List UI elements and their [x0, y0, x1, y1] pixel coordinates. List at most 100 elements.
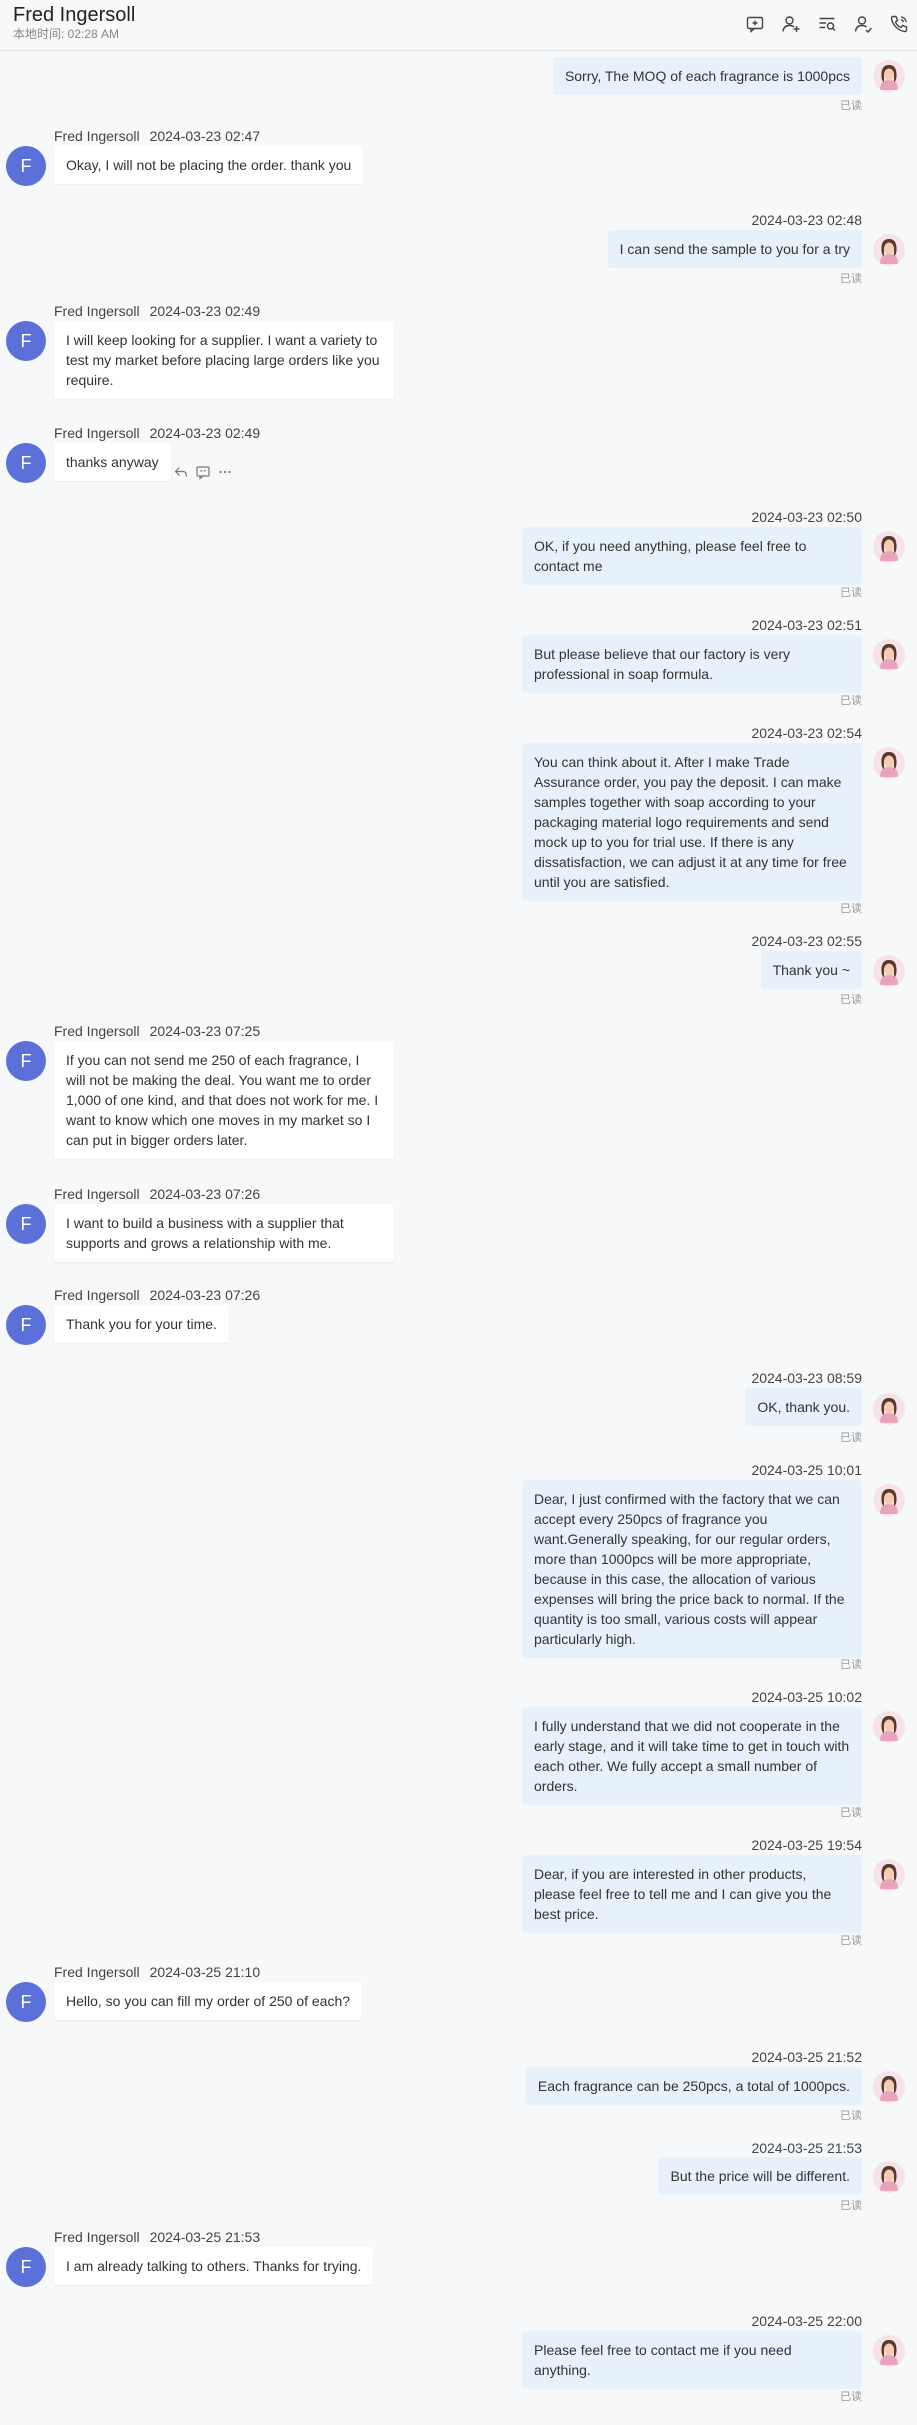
message-time: 2024-03-23 02:55 [751, 933, 862, 949]
my-avatar[interactable] [873, 1711, 905, 1743]
message-actions [173, 464, 233, 480]
message-time: 2024-03-23 07:26 [149, 1186, 261, 1202]
my-avatar[interactable] [873, 234, 905, 266]
my-avatar[interactable] [873, 531, 905, 563]
local-time: 本地时间: 02:28 AM [13, 27, 120, 41]
message-time: 2024-03-23 02:49 [149, 425, 261, 441]
read-receipt: 已读 [840, 2110, 862, 2122]
message-time: 2024-03-25 19:54 [751, 1837, 862, 1853]
read-receipt: 已读 [840, 903, 862, 915]
contact-avatar[interactable]: F [6, 1204, 46, 1244]
message-bubble-incoming[interactable]: I want to build a business with a suppli… [54, 1204, 394, 1262]
my-avatar[interactable] [873, 2071, 905, 2103]
my-avatar[interactable] [873, 1859, 905, 1891]
message-time: 2024-03-23 08:59 [751, 1370, 862, 1386]
message-header: Fred Ingersoll 2024-03-25 21:53 [54, 2228, 260, 2246]
message-bubble-outgoing[interactable]: OK, if you need anything, please feel fr… [522, 527, 862, 585]
my-avatar[interactable] [873, 955, 905, 987]
add-contact-icon[interactable] [781, 14, 801, 34]
contact-avatar[interactable]: F [6, 146, 46, 186]
more-icon[interactable] [217, 464, 233, 480]
message-bubble-incoming[interactable]: I will keep looking for a supplier. I wa… [54, 321, 394, 399]
message-bubble-incoming[interactable]: I am already talking to others. Thanks f… [54, 2247, 374, 2285]
my-avatar[interactable] [873, 639, 905, 671]
message-header: Fred Ingersoll 2024-03-23 02:49 [54, 424, 260, 442]
my-avatar[interactable] [873, 60, 905, 92]
header-toolbar [745, 14, 909, 34]
message-bubble-incoming[interactable]: Thank you for your time. [54, 1305, 229, 1343]
read-receipt: 已读 [840, 1659, 862, 1671]
message-header: Fred Ingersoll 2024-03-25 21:10 [54, 1963, 260, 1981]
message-bubble-incoming[interactable]: If you can not send me 250 of each fragr… [54, 1041, 394, 1159]
message-time: 2024-03-23 02:51 [751, 617, 862, 633]
search-messages-icon[interactable] [817, 14, 837, 34]
message-bubble-outgoing[interactable]: Dear, I just confirmed with the factory … [522, 1480, 862, 1658]
message-bubble-outgoing[interactable]: I fully understand that we did not coope… [522, 1707, 862, 1805]
read-receipt: 已读 [840, 2391, 862, 2403]
contact-avatar[interactable]: F [6, 1305, 46, 1345]
sender-name: Fred Ingersoll [54, 1023, 140, 1039]
contact-avatar[interactable]: F [6, 1982, 46, 2022]
read-receipt: 已读 [840, 994, 862, 1006]
my-avatar[interactable] [873, 747, 905, 779]
contact-avatar[interactable]: F [6, 321, 46, 361]
message-header: Fred Ingersoll 2024-03-23 02:49 [54, 302, 260, 320]
message-time: 2024-03-23 02:54 [751, 725, 862, 741]
read-receipt: 已读 [840, 587, 862, 599]
message-bubble-incoming[interactable]: Hello, so you can fill my order of 250 o… [54, 1982, 363, 2020]
message-bubble-outgoing[interactable]: But please believe that our factory is v… [522, 635, 862, 693]
sender-name: Fred Ingersoll [54, 1964, 140, 1980]
message-time: 2024-03-25 21:52 [751, 2049, 862, 2065]
message-time: 2024-03-23 02:47 [149, 128, 261, 144]
message-bubble-outgoing[interactable]: But the price will be different. [658, 2157, 862, 2195]
message-bubble-outgoing[interactable]: Dear, if you are interested in other pro… [522, 1855, 862, 1933]
my-avatar[interactable] [873, 2335, 905, 2367]
my-avatar[interactable] [873, 1393, 905, 1425]
my-avatar[interactable] [873, 1484, 905, 1516]
message-time: 2024-03-23 07:25 [149, 1023, 261, 1039]
user-profile-icon[interactable] [853, 14, 873, 34]
message-bubble-outgoing[interactable]: Thank you ~ [760, 951, 862, 989]
reply-icon[interactable] [173, 464, 189, 480]
message-header: Fred Ingersoll 2024-03-23 02:47 [54, 127, 260, 145]
message-time: 2024-03-23 02:49 [149, 303, 261, 319]
quote-icon[interactable] [195, 464, 211, 480]
message-bubble-outgoing[interactable]: Please feel free to contact me if you ne… [522, 2331, 862, 2389]
sender-name: Fred Ingersoll [54, 1186, 140, 1202]
message-time: 2024-03-25 21:10 [149, 1964, 261, 1980]
read-receipt: 已读 [840, 1807, 862, 1819]
message-time: 2024-03-25 10:01 [751, 1462, 862, 1478]
sender-name: Fred Ingersoll [54, 2229, 140, 2245]
add-message-icon[interactable] [745, 14, 765, 34]
message-bubble-incoming[interactable]: Okay, I will not be placing the order. t… [54, 146, 364, 184]
contact-avatar[interactable]: F [6, 2247, 46, 2287]
message-time: 2024-03-25 21:53 [149, 2229, 261, 2245]
sender-name: Fred Ingersoll [54, 303, 140, 319]
message-bubble-outgoing[interactable]: I can send the sample to you for a try [607, 230, 862, 268]
message-bubble-outgoing[interactable]: Sorry, The MOQ of each fragrance is 1000… [552, 57, 862, 95]
message-header: Fred Ingersoll 2024-03-23 07:26 [54, 1286, 260, 1304]
message-bubble-outgoing[interactable]: Each fragrance can be 250pcs, a total of… [525, 2067, 862, 2105]
message-time: 2024-03-23 02:50 [751, 509, 862, 525]
contact-avatar[interactable]: F [6, 443, 46, 483]
message-time: 2024-03-25 22:00 [751, 2313, 862, 2329]
my-avatar[interactable] [873, 2161, 905, 2193]
message-time: 2024-03-23 02:48 [751, 212, 862, 228]
message-bubble-outgoing[interactable]: OK, thank you. [745, 1388, 862, 1426]
sender-name: Fred Ingersoll [54, 425, 140, 441]
message-header: Fred Ingersoll 2024-03-23 07:26 [54, 1185, 260, 1203]
sender-name: Fred Ingersoll [54, 1287, 140, 1303]
contact-avatar[interactable]: F [6, 1041, 46, 1081]
read-receipt: 已读 [840, 273, 862, 285]
message-bubble-outgoing[interactable]: You can think about it. After I make Tra… [522, 743, 862, 901]
message-time: 2024-03-25 10:02 [751, 1689, 862, 1705]
message-time: 2024-03-25 21:53 [751, 2140, 862, 2156]
contact-name: Fred Ingersoll [13, 4, 136, 26]
read-receipt: 已读 [840, 695, 862, 707]
read-receipt: 已读 [840, 100, 862, 112]
read-receipt: 已读 [840, 1432, 862, 1444]
sender-name: Fred Ingersoll [54, 128, 140, 144]
message-bubble-incoming[interactable]: thanks anyway [54, 443, 171, 481]
phone-call-icon[interactable] [889, 14, 909, 34]
message-header: Fred Ingersoll 2024-03-23 07:25 [54, 1022, 260, 1040]
